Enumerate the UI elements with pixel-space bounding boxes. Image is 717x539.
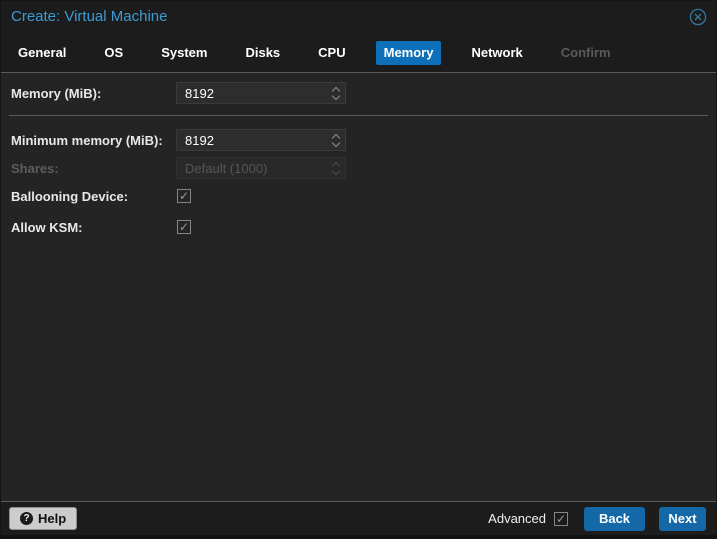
section-divider <box>9 115 708 116</box>
advanced-label: Advanced <box>488 511 546 526</box>
memory-input[interactable] <box>177 83 345 103</box>
advanced-checkbox[interactable]: ✓ <box>554 511 568 526</box>
min-memory-label: Minimum memory (MiB): <box>11 132 163 148</box>
shares-field <box>176 157 346 179</box>
spinner-down-button[interactable] <box>327 138 345 149</box>
next-button[interactable]: Next <box>659 506 706 531</box>
help-button[interactable]: ? Help <box>9 507 78 530</box>
form-body: Memory (MiB): Minimum memory (MiB): <box>1 74 716 501</box>
shares-input <box>177 158 345 178</box>
ballooning-checkbox[interactable]: ✓ <box>177 189 191 203</box>
memory-label: Memory (MiB): <box>11 85 102 101</box>
allow-ksm-label: Allow KSM: <box>11 219 83 235</box>
tab-cpu[interactable]: CPU <box>310 41 353 65</box>
create-vm-dialog: Create: Virtual Machine General OS Syste… <box>0 0 717 539</box>
help-icon: ? <box>20 512 33 525</box>
shares-label: Shares: <box>11 160 59 176</box>
min-memory-field[interactable] <box>176 129 346 151</box>
close-icon[interactable] <box>689 8 707 26</box>
memory-spinner <box>327 83 345 103</box>
advanced-group: Advanced ✓ <box>488 511 568 526</box>
tab-system[interactable]: System <box>153 41 215 65</box>
spinner-down-button[interactable] <box>327 91 345 102</box>
tab-os[interactable]: OS <box>96 41 131 65</box>
dialog-title: Create: Virtual Machine <box>11 8 168 25</box>
min-memory-input[interactable] <box>177 130 345 150</box>
memory-row: Memory (MiB): <box>1 82 716 104</box>
dialog-header: Create: Virtual Machine General OS Syste… <box>1 1 716 73</box>
tab-general[interactable]: General <box>10 41 74 65</box>
tab-disks[interactable]: Disks <box>237 41 288 65</box>
tab-memory[interactable]: Memory <box>375 41 442 65</box>
tab-confirm: Confirm <box>560 45 611 60</box>
shares-spinner <box>327 158 345 178</box>
help-button-label: Help <box>38 511 67 526</box>
min-memory-row: Minimum memory (MiB): <box>1 129 716 151</box>
tab-network[interactable]: Network <box>463 41 530 65</box>
allow-ksm-row: Allow KSM: ✓ <box>1 219 716 235</box>
allow-ksm-checkbox[interactable]: ✓ <box>177 220 191 234</box>
memory-field[interactable] <box>176 82 346 104</box>
ballooning-label: Ballooning Device: <box>11 188 129 204</box>
back-button[interactable]: Back <box>584 506 645 531</box>
dialog-footer: ? Help Advanced ✓ Back Next <box>1 501 716 538</box>
shares-row: Shares: <box>1 157 716 179</box>
tab-bar: General OS System Disks CPU Memory Netwo… <box>10 41 641 65</box>
min-memory-spinner <box>327 130 345 150</box>
ballooning-row: Ballooning Device: ✓ <box>1 188 716 204</box>
spinner-down-button <box>327 166 345 177</box>
